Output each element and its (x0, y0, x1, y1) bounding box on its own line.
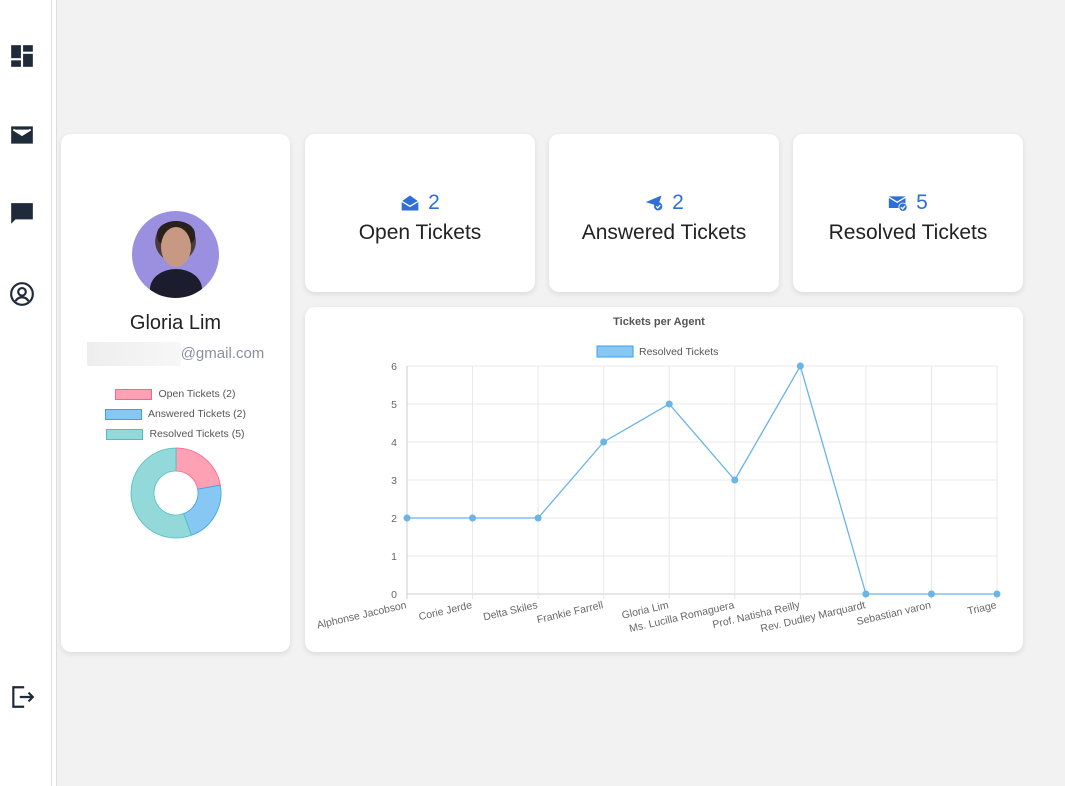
logout-icon[interactable] (9, 684, 35, 710)
email-redaction (86, 342, 181, 366)
x-tick-label: Triage (966, 599, 997, 617)
donut-slice-open[interactable] (175, 447, 221, 490)
donut-slice-answered[interactable] (183, 484, 222, 536)
legend-resolved-tickets[interactable]: Resolved Tickets (5) (61, 428, 290, 440)
legend-label-resolved: Resolved Tickets (5) (149, 428, 245, 440)
open-envelope-icon (401, 195, 419, 211)
stat-card-open: 2 Open Tickets (305, 134, 535, 292)
data-point[interactable] (927, 590, 935, 598)
x-tick-label: Delta Skiles (482, 599, 539, 623)
data-point[interactable] (731, 476, 739, 484)
mail-icon[interactable] (9, 122, 35, 148)
profile-name: Gloria Lim (129, 312, 222, 334)
x-tick-label: Frankie Farrell (536, 599, 605, 626)
paper-plane-check-icon (645, 195, 663, 211)
legend-label-answered: Answered Tickets (2) (147, 408, 247, 420)
data-point[interactable] (796, 362, 804, 370)
data-point[interactable] (403, 514, 411, 522)
x-tick-label: Corie Jerde (418, 599, 474, 623)
y-tick-label: 6 (391, 361, 397, 373)
sidebar (0, 0, 51, 786)
sidebar-divider (51, 0, 57, 786)
y-tick-label: 0 (391, 589, 397, 601)
y-tick-label: 4 (391, 437, 397, 449)
chat-icon[interactable] (9, 201, 35, 227)
avatar (132, 211, 219, 298)
chart-title: Tickets per Agent (613, 316, 705, 328)
tickets-per-agent-card: Tickets per Agent Resolved Tickets 0 1 2 3 4 5 6… (305, 307, 1023, 652)
y-tick-label: 1 (391, 551, 397, 563)
answered-tickets-label: Answered Tickets (581, 221, 747, 244)
x-tick-label: Alphonse Jacobson (316, 599, 408, 631)
tickets-per-agent-chart: Tickets per Agent Resolved Tickets 0 1 2 3 4 5 6… (316, 316, 1001, 635)
data-point[interactable] (534, 514, 542, 522)
chart-legend-label[interactable]: Resolved Tickets (639, 346, 718, 358)
answered-tickets-count: 2 (672, 191, 684, 214)
x-tick-label: Sebastian varon (855, 599, 932, 628)
resolved-tickets-label: Resolved Tickets (828, 221, 988, 244)
data-point[interactable] (600, 438, 608, 446)
y-tick-label: 2 (391, 513, 397, 525)
y-tick-label: 5 (391, 399, 397, 411)
legend-open-tickets[interactable]: Open Tickets (2) (61, 388, 290, 400)
account-circle-icon[interactable] (9, 281, 35, 307)
open-tickets-count: 2 (428, 191, 440, 214)
data-point[interactable] (993, 590, 1001, 598)
open-tickets-label: Open Tickets (358, 221, 482, 244)
stat-card-resolved: 5 Resolved Tickets (793, 134, 1023, 292)
resolved-tickets-count: 5 (916, 191, 928, 214)
legend-swatch-resolved (106, 428, 144, 440)
profile-card: Gloria Lim @gmail.com Open Tickets (2) A… (61, 134, 290, 652)
data-point[interactable] (469, 514, 477, 522)
email-domain: @gmail.com (180, 344, 265, 362)
dashboard-icon[interactable] (9, 43, 35, 69)
data-point[interactable] (862, 590, 870, 598)
data-point[interactable] (665, 400, 673, 408)
tickets-donut-chart (130, 447, 222, 539)
chart-legend-swatch[interactable] (596, 345, 634, 358)
legend-answered-tickets[interactable]: Answered Tickets (2) (61, 408, 290, 420)
legend-swatch-answered (104, 408, 142, 420)
profile-email: @gmail.com (61, 342, 290, 366)
envelope-check-icon (888, 196, 908, 212)
legend-label-open: Open Tickets (2) (158, 388, 236, 400)
legend-swatch-open (115, 388, 153, 400)
y-tick-label: 3 (391, 475, 397, 487)
stat-card-answered: 2 Answered Tickets (549, 134, 779, 292)
